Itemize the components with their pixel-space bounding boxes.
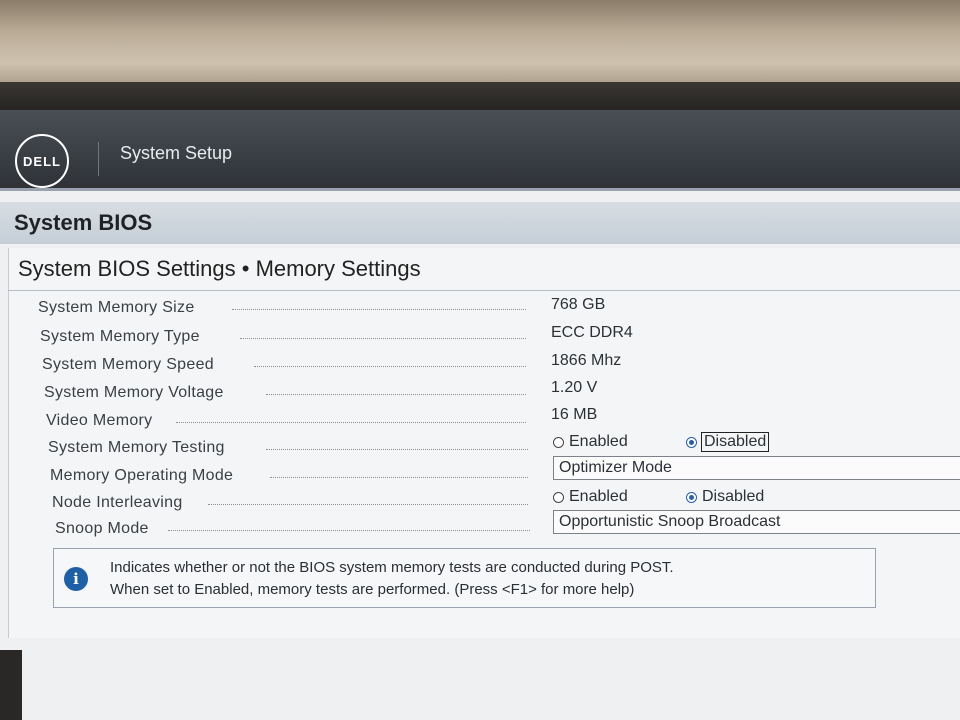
- leader-dots: [168, 530, 530, 531]
- memory-testing-enabled-radio[interactable]: Enabled: [553, 433, 628, 451]
- node-interleaving-disabled-radio[interactable]: Disabled: [686, 488, 764, 506]
- memory-operating-mode-select[interactable]: Optimizer Mode: [553, 456, 960, 480]
- setting-label: System Memory Speed: [42, 356, 214, 373]
- help-text-line-2: When set to Enabled, memory tests are pe…: [110, 581, 635, 598]
- radio-label: Disabled: [702, 488, 765, 505]
- leader-dots: [266, 449, 528, 450]
- setting-label: System Memory Type: [40, 328, 200, 345]
- setting-label: Video Memory: [46, 412, 153, 429]
- bios-screen: DELL System Setup System BIOS System BIO…: [0, 110, 960, 720]
- setting-row-memory-size: System Memory Size 768 GB: [0, 296, 960, 322]
- dell-logo: DELL: [15, 134, 69, 188]
- breadcrumb-divider: [8, 290, 960, 291]
- radio-label: Disabled: [700, 432, 770, 452]
- breadcrumb: System BIOS Settings • Memory Settings: [18, 256, 421, 281]
- header-divider: [98, 142, 99, 176]
- help-text-line-1: Indicates whether or not the BIOS system…: [110, 559, 674, 576]
- setting-row-operating-mode: Memory Operating Mode Optimizer Mode: [0, 456, 960, 490]
- setting-row-snoop-mode: Snoop Mode Opportunistic Snoop Broadcast: [0, 510, 960, 543]
- setting-value: ECC DDR4: [551, 324, 633, 341]
- leader-dots: [232, 309, 526, 310]
- setting-label: Snoop Mode: [55, 520, 149, 537]
- setting-label: System Memory Testing: [48, 439, 225, 456]
- leader-dots: [266, 394, 526, 395]
- node-interleaving-enabled-radio[interactable]: Enabled: [553, 488, 628, 506]
- leader-dots: [208, 504, 528, 505]
- snoop-mode-select[interactable]: Opportunistic Snoop Broadcast: [553, 510, 960, 534]
- setting-row-video-memory: Video Memory 16 MB: [0, 406, 960, 435]
- setting-label: System Memory Voltage: [44, 384, 224, 401]
- background-wall: [0, 0, 960, 90]
- radio-unchecked-icon: [553, 491, 564, 503]
- radio-checked-icon: [686, 436, 697, 448]
- setting-row-memory-speed: System Memory Speed 1866 Mhz: [0, 352, 960, 379]
- memory-testing-disabled-radio[interactable]: Disabled: [686, 432, 770, 452]
- leader-dots: [254, 366, 526, 367]
- leader-dots: [270, 477, 528, 478]
- monitor-edge: [0, 650, 22, 720]
- setting-value: 768 GB: [551, 296, 606, 313]
- radio-label: Enabled: [569, 488, 628, 505]
- setting-row-memory-type: System Memory Type ECC DDR4: [0, 324, 960, 351]
- leader-dots: [176, 422, 526, 423]
- setting-label: System Memory Size: [38, 299, 195, 316]
- info-icon: i: [64, 567, 88, 591]
- leader-dots: [240, 338, 526, 339]
- setting-label: Node Interleaving: [52, 494, 183, 511]
- help-box: i Indicates whether or not the BIOS syst…: [53, 548, 876, 608]
- setting-value: 16 MB: [551, 406, 598, 423]
- header-bar: DELL System Setup: [0, 110, 960, 191]
- setting-label: Memory Operating Mode: [50, 467, 234, 484]
- setting-value: 1.20 V: [551, 379, 598, 396]
- radio-label: Enabled: [569, 433, 628, 450]
- setting-value: 1866 Mhz: [551, 352, 622, 369]
- radio-checked-icon: [686, 491, 697, 503]
- section-title: System BIOS: [14, 210, 153, 235]
- radio-unchecked-icon: [553, 436, 564, 448]
- setting-row-memory-voltage: System Memory Voltage 1.20 V: [0, 379, 960, 407]
- app-title: System Setup: [120, 143, 233, 163]
